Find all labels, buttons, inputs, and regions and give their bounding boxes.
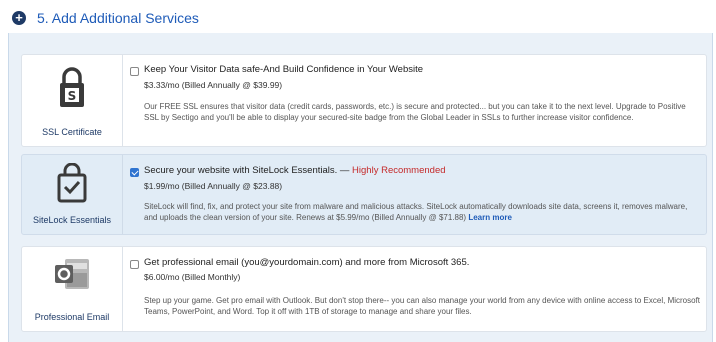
service-icon-panel: Professional Email	[22, 247, 123, 331]
service-checkbox-ssl[interactable]	[130, 67, 139, 76]
outlook-icon	[55, 259, 89, 289]
service-description-text: SiteLock will find, fix, and protect you…	[144, 202, 688, 222]
expand-plus-icon[interactable]: +	[12, 11, 26, 25]
service-headline: Keep Your Visitor Data safe-And Build Co…	[144, 64, 424, 75]
service-description: SiteLock will find, fix, and protect you…	[144, 201, 700, 223]
service-headline-text: Secure your website with SiteLock Essent…	[144, 165, 353, 176]
service-checkbox-sitelock[interactable]	[130, 168, 139, 177]
service-card-email[interactable]: Professional Email Get professional emai…	[21, 246, 707, 332]
service-card-ssl[interactable]: S SSL Certificate Keep Your Visitor Data…	[21, 54, 707, 147]
service-card-sitelock[interactable]: SiteLock Essentials Secure your website …	[21, 154, 707, 235]
service-icon-panel: S SSL Certificate	[22, 55, 123, 146]
service-icon-panel: SiteLock Essentials	[22, 155, 123, 234]
highly-recommended-badge: Highly Recommended	[352, 165, 446, 176]
service-description: Our FREE SSL ensures that visitor data (…	[144, 102, 686, 122]
service-label: Professional Email	[34, 312, 110, 322]
service-headline: Get professional email (you@yourdomain.c…	[144, 257, 470, 268]
service-label: SiteLock Essentials	[32, 215, 112, 225]
service-description: Step up your game. Get pro email with Ou…	[144, 296, 701, 316]
svg-text:S: S	[68, 89, 77, 103]
service-price: $1.99/mo (Billed Annually @ $23.88)	[144, 181, 283, 191]
service-price: $6.00/mo (Billed Monthly)	[144, 272, 241, 282]
padlock-icon: S	[60, 67, 84, 107]
section-title: 5. Add Additional Services	[37, 10, 199, 26]
service-label: SSL Certificate	[42, 127, 102, 137]
service-headline: Secure your website with SiteLock Essent…	[144, 165, 446, 176]
service-checkbox-email[interactable]	[130, 260, 139, 269]
learn-more-link[interactable]: Learn more	[468, 213, 512, 222]
sitelock-shield-icon	[57, 163, 87, 203]
service-price: $3.33/mo (Billed Annually @ $39.99)	[144, 80, 283, 90]
section-header[interactable]: + 5. Add Additional Services	[0, 0, 716, 36]
